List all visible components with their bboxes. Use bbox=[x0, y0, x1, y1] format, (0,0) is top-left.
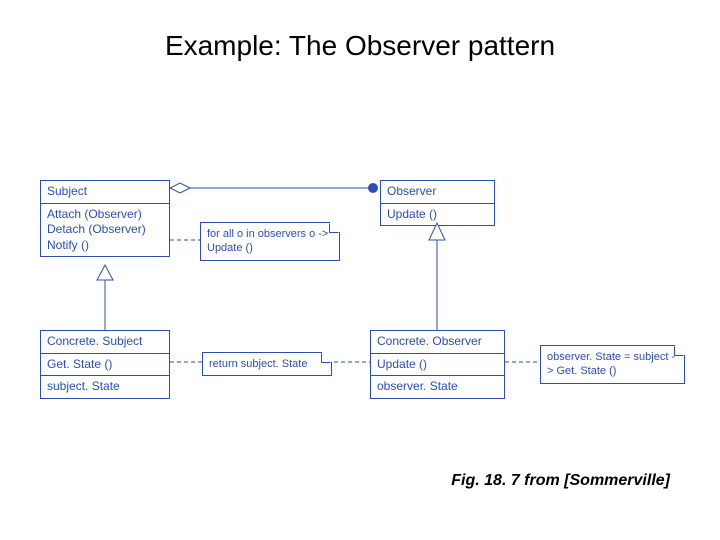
class-concrete-subject-name: Concrete. Subject bbox=[41, 331, 169, 354]
class-concrete-subject: Concrete. Subject Get. State () subject.… bbox=[40, 330, 170, 399]
class-concrete-subject-ops: Get. State () bbox=[41, 354, 169, 377]
class-concrete-observer-name: Concrete. Observer bbox=[371, 331, 504, 354]
uml-diagram: Subject Attach (Observer) Detach (Observ… bbox=[30, 160, 710, 460]
class-subject-name: Subject bbox=[41, 181, 169, 204]
class-subject-ops: Attach (Observer) Detach (Observer) Noti… bbox=[41, 204, 169, 257]
note-getstate: return subject. State bbox=[202, 352, 332, 376]
figure-caption: Fig. 18. 7 from [Sommerville] bbox=[451, 472, 670, 490]
class-observer-name: Observer bbox=[381, 181, 494, 204]
note-update: observer. State = subject -> Get. State … bbox=[540, 345, 685, 384]
class-observer-ops: Update () bbox=[381, 204, 494, 226]
class-subject: Subject Attach (Observer) Detach (Observ… bbox=[40, 180, 170, 257]
class-concrete-observer: Concrete. Observer Update () observer. S… bbox=[370, 330, 505, 399]
class-concrete-observer-attrs: observer. State bbox=[371, 376, 504, 398]
class-concrete-subject-attrs: subject. State bbox=[41, 376, 169, 398]
class-concrete-observer-ops: Update () bbox=[371, 354, 504, 377]
slide-title: Example: The Observer pattern bbox=[0, 30, 720, 62]
class-observer: Observer Update () bbox=[380, 180, 495, 226]
note-notify: for all o in observers o -> Update () bbox=[200, 222, 340, 261]
